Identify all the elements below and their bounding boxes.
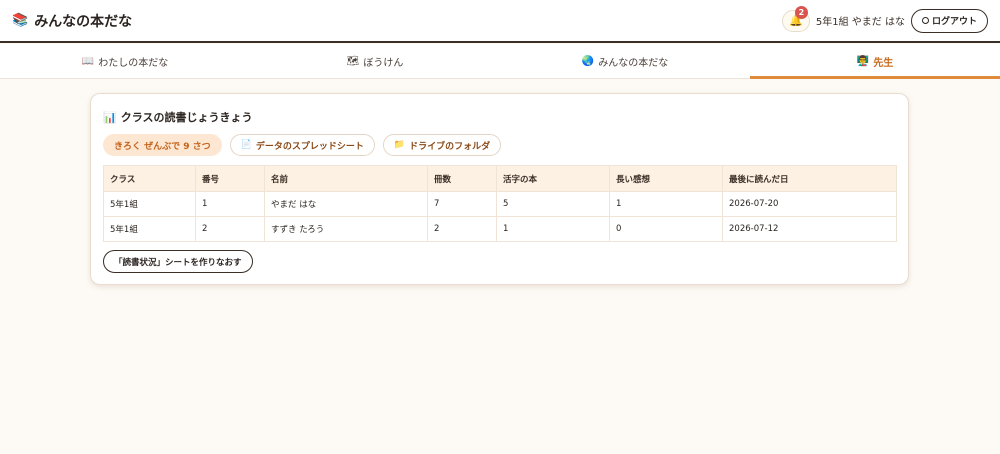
reading-status-table: クラス 番号 名前 冊数 活字の本 長い感想 最後に読んだ日 5年1組 1 やま…	[103, 165, 897, 242]
drive-folder-button-label: ドライブのフォルダ	[409, 141, 491, 152]
app-header: 📚 みんなの本だな 🔔 2 5年1組 やまだ はな ログアウト	[0, 0, 1000, 43]
card-title-text: クラスの読書じょうきょう	[120, 111, 253, 124]
logout-button[interactable]: ログアウト	[910, 8, 988, 33]
spreadsheet-button-label: データのスプレッドシート	[255, 141, 364, 152]
drive-folder-button[interactable]: 📁 ドライブのフォルダ	[382, 134, 502, 156]
rebuild-sheet-button[interactable]: 「読書状況」シートを作りなおす	[103, 250, 253, 273]
tab-label: みんなの本だな	[598, 57, 669, 69]
cell-last-read: 2026-07-12	[722, 216, 897, 242]
cell-name: やまだ はな	[264, 191, 428, 217]
tab-label: わたしの本だな	[98, 57, 169, 69]
cell-class: 5年1組	[103, 216, 196, 242]
column-header[interactable]: 最後に読んだ日	[722, 165, 897, 192]
books-icon: 📚	[12, 13, 29, 28]
column-header[interactable]: クラス	[103, 165, 196, 192]
total-records-badge: きろく ぜんぶで 9 さつ	[103, 134, 222, 156]
document-icon: 📄	[240, 140, 252, 150]
folder-icon: 📁	[393, 140, 406, 150]
tab-adventure[interactable]: 🗺 ぼうけん	[250, 44, 500, 78]
header-right: 🔔 2 5年1組 やまだ はな ログアウト	[781, 5, 988, 33]
column-header[interactable]: 長い感想	[609, 165, 723, 192]
cell-number: 1	[195, 191, 265, 217]
tab-label: ぼうけん	[363, 57, 404, 69]
column-header[interactable]: 冊数	[427, 165, 497, 192]
book-icon: 📖	[81, 55, 95, 67]
main-tabs: 📖 わたしの本だな 🗺 ぼうけん 🌏 みんなの本だな 👨‍🏫 先生	[0, 44, 1000, 79]
cell-book-count: 7	[427, 191, 497, 217]
cell-long-reviews: 0	[609, 216, 723, 242]
column-header[interactable]: 名前	[264, 165, 428, 192]
card-title: 📊 クラスの読書じょうきょう	[103, 109, 252, 125]
action-pills: きろく ぜんぶで 9 さつ 📄 データのスプレッドシート 📁 ドライブのフォルダ	[103, 134, 502, 156]
teacher-icon: 👨‍🏫	[856, 55, 870, 67]
logout-label: ログアウト	[931, 17, 977, 27]
tab-everyone-shelf[interactable]: 🌏 みんなの本だな	[500, 44, 750, 78]
table-row: 5年1組 2 すずき たろう 2 1 0 2026-07-12	[103, 216, 897, 242]
tab-teacher[interactable]: 👨‍🏫 先生	[750, 44, 1000, 79]
spreadsheet-button[interactable]: 📄 データのスプレッドシート	[229, 134, 375, 156]
class-reading-card: 📊 クラスの読書じょうきょう きろく ぜんぶで 9 さつ 📄 データのスプレッド…	[90, 93, 909, 285]
column-header[interactable]: 活字の本	[496, 165, 610, 192]
notification-button[interactable]: 🔔 2	[781, 5, 810, 32]
table-header-row: クラス 番号 名前 冊数 活字の本 長い感想 最後に読んだ日	[103, 165, 897, 192]
cell-long-reviews: 1	[609, 191, 723, 217]
cell-print-books: 1	[496, 216, 610, 242]
cell-book-count: 2	[427, 216, 497, 242]
column-header[interactable]: 番号	[195, 165, 265, 192]
notification-badge: 2	[794, 5, 808, 19]
logout-icon	[921, 17, 929, 24]
map-icon: 🗺	[346, 55, 360, 67]
globe-icon: 🌏	[581, 55, 595, 67]
bar-chart-icon: 📊	[103, 110, 117, 124]
app-title: みんなの本だな	[34, 13, 133, 30]
tab-my-shelf[interactable]: 📖 わたしの本だな	[0, 44, 250, 78]
tab-label: 先生	[873, 57, 894, 69]
table-row: 5年1組 1 やまだ はな 7 5 1 2026-07-20	[103, 191, 897, 217]
user-name: 5年1組 やまだ はな	[815, 17, 905, 28]
app-logo[interactable]: 📚 みんなの本だな	[12, 11, 132, 31]
cell-number: 2	[195, 216, 265, 242]
cell-class: 5年1組	[103, 191, 196, 217]
cell-print-books: 5	[496, 191, 610, 217]
cell-name: すずき たろう	[264, 216, 428, 242]
cell-last-read: 2026-07-20	[722, 191, 897, 217]
